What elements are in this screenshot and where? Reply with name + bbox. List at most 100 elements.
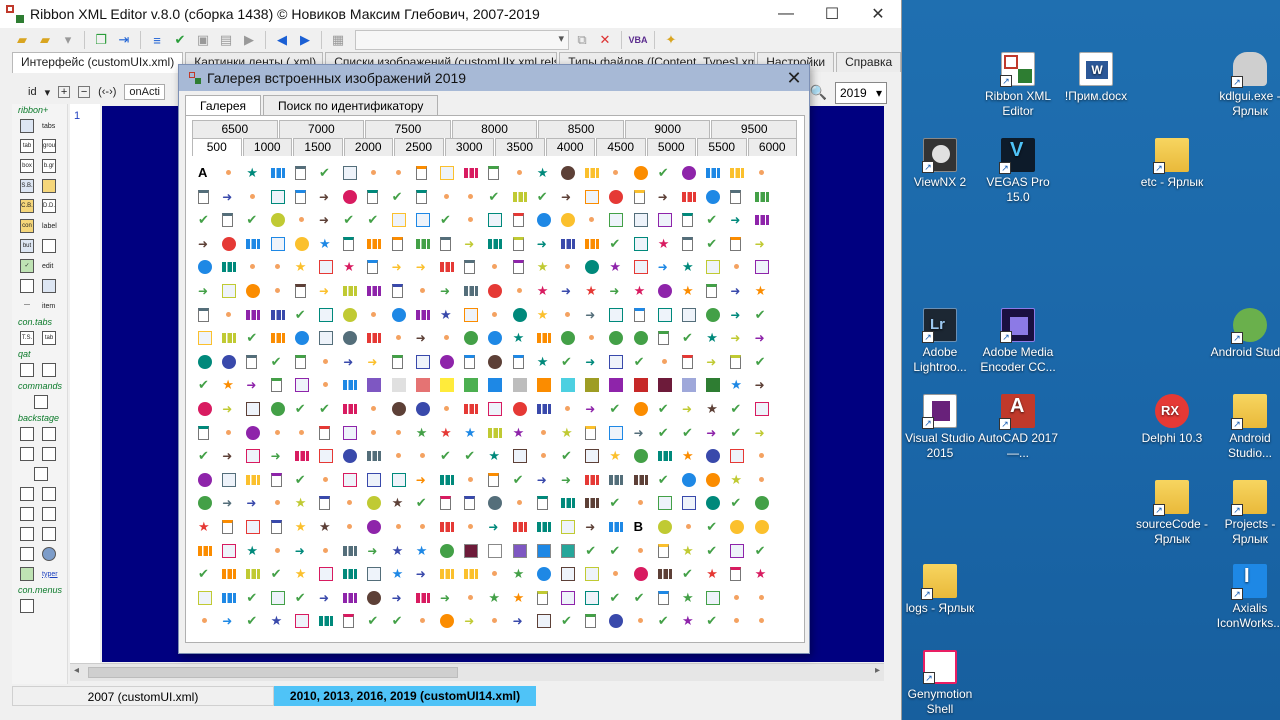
gallery-image[interactable] (706, 307, 721, 322)
gallery-image[interactable]: ★ (682, 260, 696, 274)
gallery-image[interactable] (395, 170, 401, 175)
gallery-image[interactable] (754, 520, 769, 534)
gallery-image[interactable]: ✔ (730, 425, 744, 440)
desktop-icon-android-studio[interactable]: ↗ Android Studio (1208, 308, 1280, 360)
gallery-image[interactable] (391, 472, 406, 487)
gallery-image[interactable] (294, 354, 306, 369)
gallery-image[interactable]: ✔ (561, 614, 575, 628)
gallery-image[interactable]: ➜ (561, 284, 575, 298)
gallery-image[interactable] (512, 378, 527, 393)
gallery-image[interactable]: ✔ (682, 567, 696, 581)
gallery-image[interactable]: ✔ (706, 614, 720, 628)
gallery-image[interactable] (415, 166, 427, 180)
gallery-image[interactable] (730, 567, 742, 582)
gallery-image[interactable] (419, 453, 425, 459)
gallery-image[interactable] (661, 358, 667, 364)
task-icon[interactable] (20, 507, 34, 521)
gallery-image[interactable] (488, 543, 503, 558)
button-group-icon[interactable]: b.gr (42, 159, 56, 173)
gallery-image[interactable] (637, 618, 643, 624)
range-tab-3500[interactable]: 3500 (495, 138, 545, 156)
tabs-icon[interactable] (20, 119, 34, 133)
gallery-image[interactable]: ✔ (198, 567, 212, 581)
open-recent-icon[interactable]: ▰ (35, 31, 55, 49)
gallery-image[interactable] (657, 451, 672, 462)
gallery-image[interactable] (633, 449, 648, 464)
gallery-image[interactable] (415, 213, 430, 228)
gallery-image[interactable] (343, 425, 358, 440)
command-icon[interactable] (34, 395, 48, 409)
gallery-image[interactable] (536, 404, 551, 414)
gallery-image[interactable] (758, 618, 764, 624)
gallery-image[interactable] (609, 378, 624, 393)
desktop-icon-visual-studio[interactable]: ↗ Visual Studio 2015 (898, 394, 982, 461)
gallery-image[interactable]: ➜ (561, 190, 575, 204)
gallery-image[interactable] (440, 496, 451, 511)
gallery-image[interactable] (464, 378, 479, 393)
gallery-image[interactable]: ✔ (585, 543, 599, 558)
gallery-image[interactable]: ★ (488, 590, 502, 605)
horizontal-scrollbar[interactable]: ◂ ▸ (70, 663, 884, 681)
gallery-image[interactable]: ➜ (585, 355, 599, 369)
desktop-icon-sourcecode[interactable]: ↗ sourceCode - Ярлык (1130, 480, 1214, 547)
gallery-image[interactable] (319, 307, 333, 322)
gallery-image[interactable] (319, 425, 330, 440)
gallery-image[interactable] (298, 429, 304, 435)
gallery-image[interactable] (464, 331, 479, 346)
gallery-image[interactable] (198, 425, 209, 440)
gallery-image[interactable] (512, 213, 524, 228)
gallery-image[interactable] (657, 378, 672, 393)
gallery-image[interactable] (294, 331, 309, 346)
gallery-image[interactable] (367, 238, 382, 249)
gallery-image[interactable] (222, 520, 234, 534)
gallery-image[interactable] (440, 262, 454, 273)
gallery-image[interactable]: ➜ (730, 213, 744, 227)
gallery-image[interactable] (464, 307, 479, 322)
gallery-image[interactable]: ★ (319, 236, 333, 251)
gallery-image[interactable] (492, 618, 498, 624)
gallery-image[interactable] (274, 264, 280, 270)
group-box-icon[interactable] (34, 467, 48, 481)
gallery-image[interactable] (464, 286, 479, 296)
gallery-image[interactable] (758, 594, 764, 600)
gallery-image[interactable]: ✔ (367, 614, 381, 628)
range-tab-7000[interactable]: 7000 (278, 120, 365, 138)
desktop-icon-vegas[interactable]: V ↗ VEGAS Pro 15.0 (976, 138, 1060, 205)
gallery-image[interactable] (440, 543, 454, 558)
gallery-image[interactable] (512, 402, 527, 416)
gallery-image[interactable]: ★ (295, 567, 309, 581)
gallery-image[interactable] (270, 333, 285, 344)
gallery-image[interactable]: ★ (755, 567, 769, 581)
gallery-image[interactable]: ★ (634, 284, 648, 298)
gallery-image[interactable]: ★ (513, 331, 527, 345)
gallery-image[interactable]: ➜ (367, 544, 381, 558)
gallery-image[interactable]: ✔ (271, 354, 285, 369)
gallery-image[interactable] (468, 476, 474, 482)
gallery-image[interactable] (319, 449, 333, 464)
gallery-image[interactable]: ➜ (755, 331, 769, 345)
gallery-image[interactable] (198, 307, 209, 322)
gallery-image[interactable]: ➜ (222, 190, 236, 204)
gallery-image[interactable] (488, 472, 500, 487)
gallery-image[interactable] (415, 238, 430, 249)
primary-item-icon[interactable] (20, 527, 34, 541)
gallery-image[interactable]: ★ (343, 260, 357, 274)
gallery-image[interactable] (415, 354, 430, 369)
gallery-image[interactable] (391, 402, 406, 416)
gallery-image[interactable]: ➜ (246, 378, 260, 392)
desktop-icon-kdlgui[interactable]: ↗ kdlgui.exe - Ярлык (1208, 52, 1280, 119)
gallery-image[interactable] (270, 378, 282, 393)
gallery-image[interactable] (758, 476, 764, 482)
gallery-image[interactable] (657, 284, 672, 298)
gallery-image[interactable] (585, 614, 597, 629)
gallery-image[interactable] (415, 378, 430, 393)
gallery-image[interactable] (516, 288, 522, 293)
id-dropdown-arrow-icon[interactable]: ▾ (45, 86, 51, 99)
gallery-image[interactable] (512, 307, 527, 322)
gallery-image[interactable] (585, 378, 600, 393)
gallery-image[interactable] (609, 307, 624, 322)
gallery-image[interactable] (246, 309, 261, 320)
gallery-image[interactable] (536, 567, 551, 582)
gallery-image[interactable] (222, 592, 237, 603)
range-tab-2500[interactable]: 2500 (394, 138, 444, 156)
